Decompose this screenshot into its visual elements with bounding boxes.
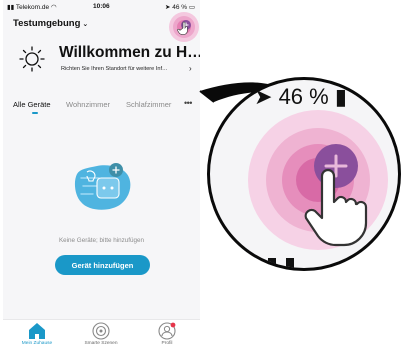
nav-label-profile: Profil [161,341,173,346]
zoom-status-bar: ➤ 46 % ▮ [254,84,347,110]
sun-icon [19,46,45,72]
add-device-button[interactable]: Gerät hinzufügen [55,255,150,275]
nav-item-smart-scenes[interactable]: Smarte Szenen [71,322,131,346]
signal-icon: ▮▮ [7,4,15,11]
welcome-title: Willkommen zu H… [59,44,200,61]
screenshot-canvas: ▮▮ Telekom.de ◠ 10:06 ➤ 46 % ▭ Testumgeb… [0,0,403,351]
zoom-magnifier: ➤ 46 % ▮ [207,77,401,271]
battery-status: ➤ 46 % ▭ [165,3,195,11]
phone-screen: ▮▮ Telekom.de ◠ 10:06 ➤ 46 % ▭ Testumgeb… [3,0,200,351]
profile-icon [158,322,176,340]
empty-devices-illustration [74,163,131,210]
home-selector[interactable]: Testumgebung ⌄ [13,18,88,29]
battery-icon: ▭ [188,4,195,11]
tab-living-room[interactable]: Wohnzimmer [66,100,110,109]
zoom-plus-circle-icon [314,144,358,188]
welcome-card[interactable]: Willkommen zu H… Richten Sie Ihren Stand… [13,42,200,82]
zoom-add-button [248,110,388,268]
status-time: 10:06 [93,3,110,10]
tab-bedroom[interactable]: Schlafzimmer [126,100,171,109]
scenes-icon [92,322,110,340]
chevron-down-icon: ⌄ [82,20,89,28]
nav-label-my-home: Mein Zuhause [21,341,53,346]
bottom-navigation: Mein Zuhause Smarte Szenen Profil [3,319,200,351]
add-button[interactable] [169,12,199,42]
active-tab-indicator [32,112,38,114]
empty-state-text: Keine Geräte; bitte hinzufügen [58,237,145,244]
carrier-status: ▮▮ Telekom.de ◠ [7,3,57,11]
carrier-label: Telekom.de [15,4,50,11]
home-name: Testumgebung [13,18,81,29]
nav-item-profile[interactable]: Profil [137,322,197,346]
zoom-hand-pointer-icon [304,168,368,247]
room-tabs: Alle Geräte Wohnzimmer Schlafzimmer ••• [3,96,200,118]
chevron-right-icon: › [189,64,192,73]
zoom-battery-icon: ▮ [334,84,347,109]
tab-all-devices[interactable]: Alle Geräte [13,100,51,109]
wifi-icon: ◠ [50,4,57,11]
zoom-battery-label: 46 % [278,84,329,109]
battery-label: 46 % [172,4,188,11]
nav-item-my-home[interactable]: Mein Zuhause [7,322,67,346]
more-tabs-icon[interactable]: ••• [184,98,192,108]
nav-label-smart-scenes: Smarte Szenen [84,341,118,346]
zoom-location-arrow-icon: ➤ [254,84,273,109]
home-icon [29,323,45,339]
location-arrow-icon: ➤ [164,4,171,11]
welcome-subtitle: Richten Sie Ihren Standort für weitere I… [61,66,168,72]
